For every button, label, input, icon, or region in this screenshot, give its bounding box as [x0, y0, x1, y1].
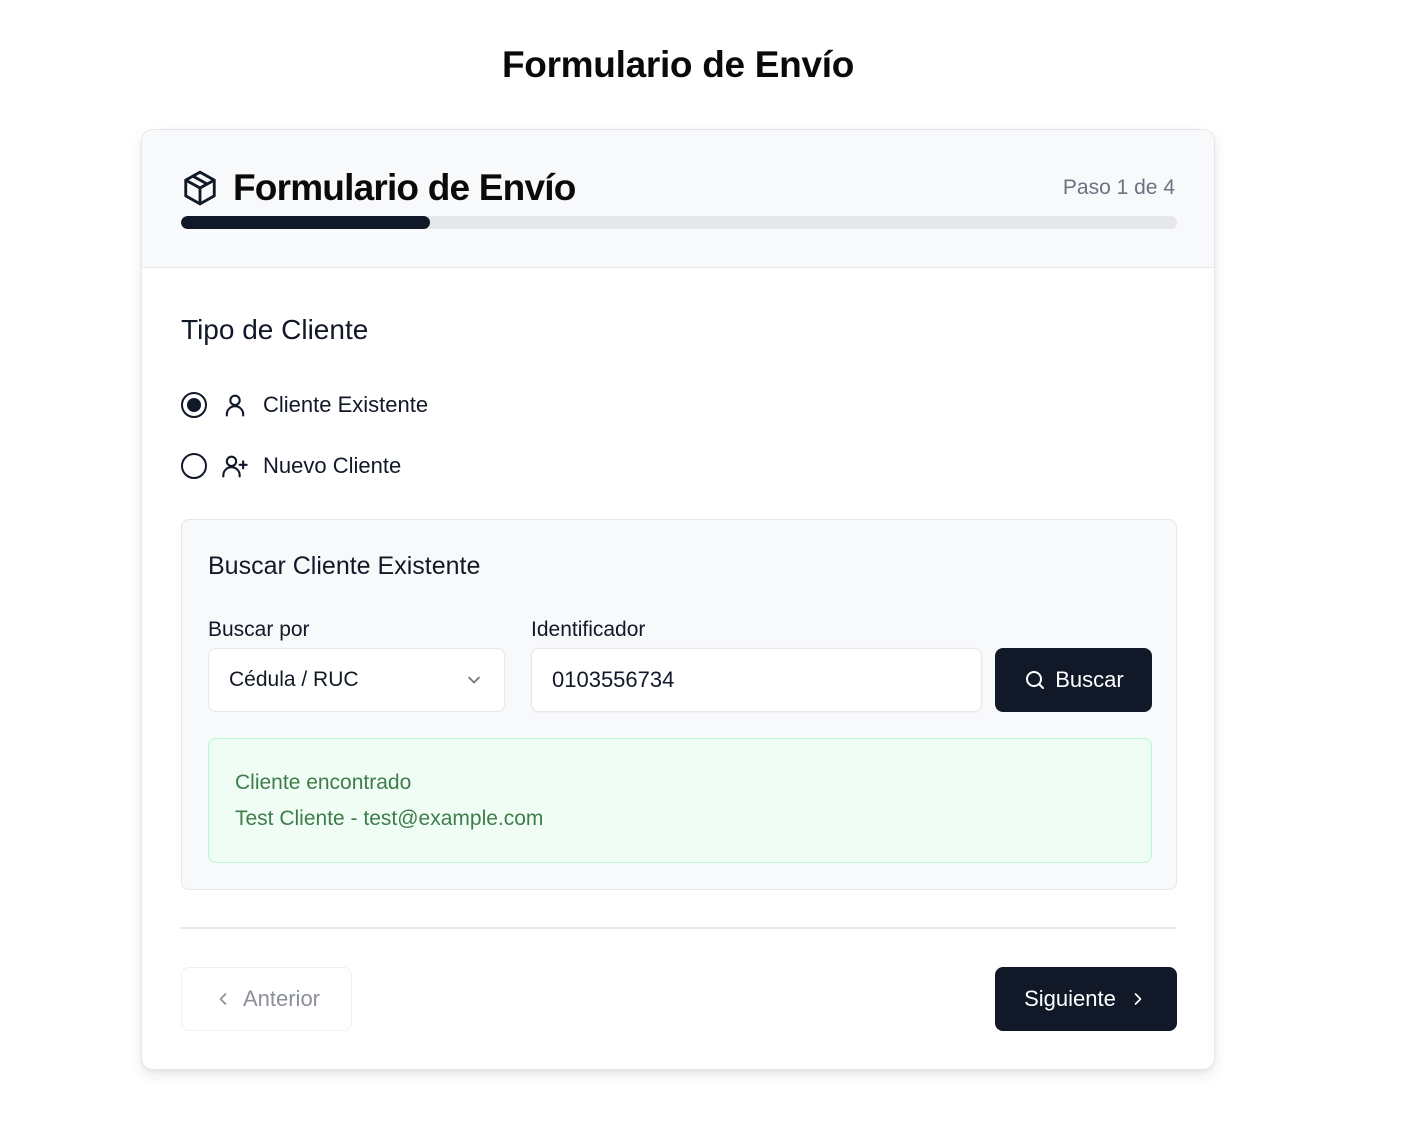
previous-button-label: Anterior	[242, 986, 321, 1011]
step-indicator: Paso 1 de 4	[1062, 176, 1175, 199]
result-title: Cliente encontrado	[235, 771, 412, 794]
previous-button[interactable]: Anterior	[181, 967, 352, 1031]
radio-label-new-client: Nuevo Cliente	[263, 453, 402, 478]
result-detail: Test Cliente - test@example.com	[235, 807, 544, 830]
identifier-label: Identificador	[531, 618, 646, 641]
card-header: Formulario de Envío Paso 1 de 4	[142, 130, 1214, 268]
search-button-label: Buscar	[1055, 667, 1124, 692]
identifier-input[interactable]	[552, 667, 961, 693]
header-title-group: Formulario de Envío	[181, 167, 576, 209]
chevron-left-icon	[213, 989, 233, 1009]
search-button[interactable]: Buscar	[995, 648, 1152, 712]
page-title: Formulario de Envío	[501, 44, 854, 85]
client-found-alert: Cliente encontrado Test Cliente - test@e…	[208, 738, 1152, 863]
radio-existing-client[interactable]: Cliente Existente	[181, 391, 428, 419]
shipping-form-card: Formulario de Envío Paso 1 de 4 Tipo de …	[141, 129, 1215, 1070]
search-client-panel: Buscar Cliente Existente Buscar por Iden…	[181, 519, 1177, 890]
chevron-down-icon	[464, 670, 484, 690]
card-title: Formulario de Envío	[233, 167, 576, 208]
radio-new-client[interactable]: Nuevo Cliente	[181, 452, 401, 480]
radio-button-unchecked[interactable]	[181, 453, 207, 479]
search-icon	[1023, 668, 1047, 692]
user-icon	[221, 391, 249, 419]
search-by-select[interactable]: Cédula / RUC	[208, 648, 505, 712]
progress-bar	[181, 216, 1177, 229]
chevron-right-icon	[1128, 989, 1148, 1009]
user-plus-icon	[221, 452, 249, 480]
search-by-select-value: Cédula / RUC	[229, 668, 359, 691]
radio-label-existing-client: Cliente Existente	[263, 392, 429, 417]
search-by-label: Buscar por	[208, 618, 310, 641]
next-button-label: Siguiente	[1024, 986, 1116, 1011]
identifier-field-wrapper	[531, 648, 982, 712]
search-panel-title: Buscar Cliente Existente	[208, 552, 481, 580]
client-type-heading: Tipo de Cliente	[181, 314, 369, 345]
divider	[181, 927, 1177, 929]
radio-button-checked[interactable]	[181, 392, 207, 418]
package-box-icon	[181, 169, 219, 207]
header-row: Formulario de Envío Paso 1 de 4	[181, 166, 1175, 210]
next-button[interactable]: Siguiente	[995, 967, 1177, 1031]
progress-bar-fill	[181, 216, 430, 229]
